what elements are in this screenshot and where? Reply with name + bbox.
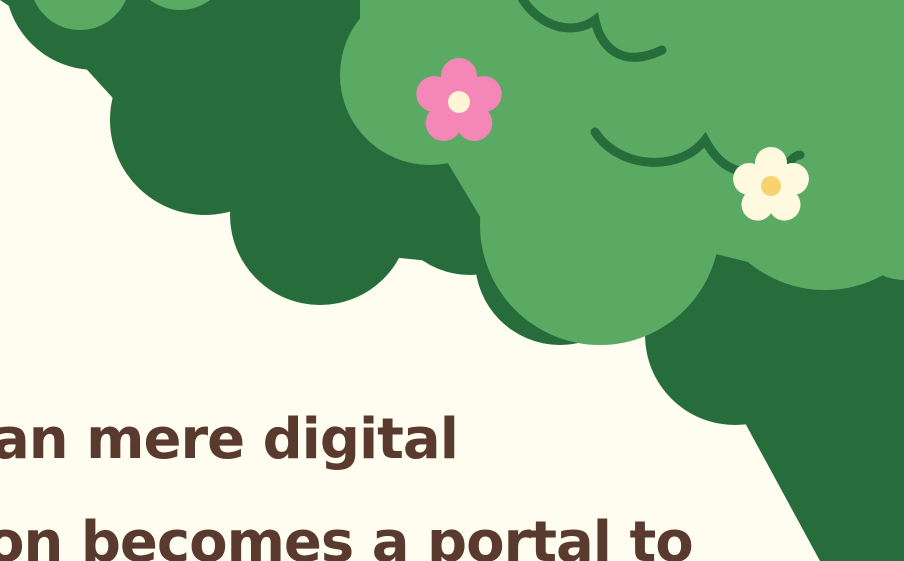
body-text-line-2: on becomes a portal to	[0, 510, 694, 561]
bush-foliage-illustration	[0, 0, 904, 561]
body-text-line-1: an mere digital	[0, 407, 459, 472]
page-canvas: an mere digital on becomes a portal to	[0, 0, 904, 561]
